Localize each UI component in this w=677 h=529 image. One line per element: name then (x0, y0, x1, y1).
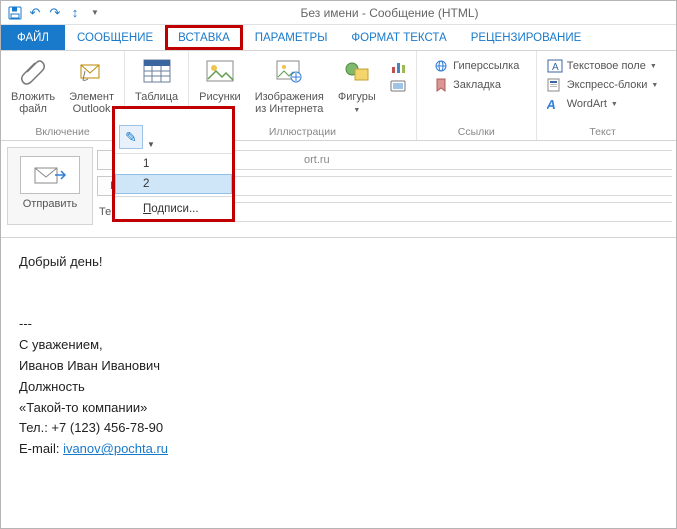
redo-icon[interactable]: ↷ (47, 5, 63, 21)
paperclip-icon (17, 55, 49, 89)
signature-list: 1 2 Подписи... (115, 153, 232, 219)
tab-review[interactable]: РЕЦЕНЗИРОВАНИЕ (459, 25, 594, 50)
online-pictures-button[interactable]: Изображения из Интернета (249, 53, 330, 117)
send-column: Отправить (7, 147, 93, 225)
quick-parts-icon (547, 77, 563, 93)
tab-message[interactable]: СООБЩЕНИЕ (65, 25, 165, 50)
quick-parts-button[interactable]: Экспресс-блоки ▼ (541, 76, 665, 94)
body-line: Должность (19, 377, 658, 398)
signature-item-2[interactable]: 2 (115, 174, 232, 194)
body-line: «Такой-то компании» (19, 398, 658, 419)
ribbon-tabs: ФАЙЛ СООБЩЕНИЕ ВСТАВКА ПАРАМЕТРЫ ФОРМАТ … (1, 25, 676, 51)
save-icon[interactable] (7, 5, 23, 21)
hyperlink-icon (433, 58, 449, 74)
body-email-line: E-mail: ivanov@pochta.ru (19, 439, 658, 460)
group-include: Вложить файл Элемент Outlook Включение (1, 51, 125, 140)
message-body[interactable]: Добрый день! --- С уважением, Иванов Ива… (1, 237, 676, 474)
body-line: С уважением, (19, 335, 658, 356)
outlook-item-icon (76, 55, 108, 89)
bookmark-icon (433, 77, 449, 93)
online-pictures-label: Изображения из Интернета (255, 91, 324, 115)
cc-field[interactable] (169, 176, 672, 196)
shapes-label: Фигуры▼ (338, 91, 376, 115)
group-links: Гиперссылка Закладка Ссылки (417, 51, 537, 140)
textbox-label: Текстовое поле (567, 60, 646, 72)
textbox-button[interactable]: A Текстовое поле ▼ (541, 57, 665, 75)
body-line: Иванов Иван Иванович (19, 356, 658, 377)
wordart-button[interactable]: A WordArt ▼ (541, 95, 665, 113)
menu-separator (115, 196, 232, 197)
signature-item-1[interactable]: 1 (115, 154, 232, 174)
wordart-label: WordArt (567, 98, 607, 110)
signature-split-button[interactable]: ✎▼ (115, 109, 232, 153)
bookmark-label: Закладка (453, 79, 501, 91)
chevron-down-icon: ▼ (147, 140, 155, 149)
signature-dropdown: ✎▼ 1 2 Подписи... (112, 106, 235, 222)
outlook-item-label: Элемент Outlook (69, 91, 114, 115)
tab-file[interactable]: ФАЙЛ (1, 25, 65, 50)
hyperlink-label: Гиперссылка (453, 60, 519, 72)
group-text-title: Текст (589, 126, 615, 139)
textbox-icon: A (547, 58, 563, 74)
quick-access-toolbar: ↶ ↷ ↕ ▼ (1, 5, 103, 21)
compose-header: Отправить Кому... Копия... Тема (1, 141, 676, 225)
body-line: Тел.: +7 (123) 456-78-90 (19, 418, 658, 439)
bookmark-button[interactable]: Закладка (427, 76, 525, 94)
subject-field[interactable] (169, 202, 672, 222)
table-icon (141, 55, 173, 89)
quick-parts-label: Экспресс-блоки (567, 79, 648, 91)
send-button[interactable] (20, 156, 80, 194)
chart-icon (390, 59, 406, 75)
undo-icon[interactable]: ↶ (27, 5, 43, 21)
tab-format-text[interactable]: ФОРМАТ ТЕКСТА (339, 25, 458, 50)
illus-more-button[interactable] (384, 53, 412, 117)
envelope-send-icon (33, 164, 67, 186)
svg-text:A: A (547, 97, 558, 111)
email-link[interactable]: ivanov@pochta.ru (63, 441, 168, 456)
qat-dropdown-icon[interactable]: ▼ (87, 5, 103, 21)
ribbon: Вложить файл Элемент Outlook Включение Т… (1, 51, 676, 141)
tab-options[interactable]: ПАРАМЕТРЫ (243, 25, 340, 50)
group-links-title: Ссылки (458, 126, 495, 139)
shapes-button[interactable]: Фигуры▼ (332, 53, 382, 117)
pictures-icon (204, 55, 236, 89)
send-label: Отправить (23, 198, 78, 210)
body-greeting: Добрый день! (19, 252, 658, 273)
group-text: A Текстовое поле ▼ Экспресс-блоки ▼ A Wo… (537, 51, 669, 140)
tab-insert[interactable]: ВСТАВКА (165, 25, 243, 50)
pictures-label: Рисунки (199, 91, 241, 103)
signatures-command[interactable]: Подписи... (115, 199, 232, 219)
group-include-title: Включение (35, 126, 89, 139)
group-illus-title: Иллюстрации (269, 126, 336, 139)
title-bar: ↶ ↷ ↕ ▼ Без имени - Сообщение (HTML) (1, 1, 676, 25)
hyperlink-button[interactable]: Гиперссылка (427, 57, 525, 75)
attach-file-label: Вложить файл (11, 91, 55, 115)
window-title: Без имени - Сообщение (HTML) (103, 6, 676, 20)
screenshot-icon (390, 78, 406, 94)
to-field[interactable] (169, 150, 672, 170)
svg-text:A: A (552, 62, 559, 73)
online-pictures-icon (273, 55, 305, 89)
attach-file-button[interactable]: Вложить файл (5, 53, 61, 117)
wordart-icon: A (547, 96, 563, 112)
touch-mode-icon[interactable]: ↕ (67, 5, 83, 21)
shapes-icon (341, 55, 373, 89)
body-sep: --- (19, 314, 658, 335)
signature-icon: ✎ (119, 125, 143, 149)
